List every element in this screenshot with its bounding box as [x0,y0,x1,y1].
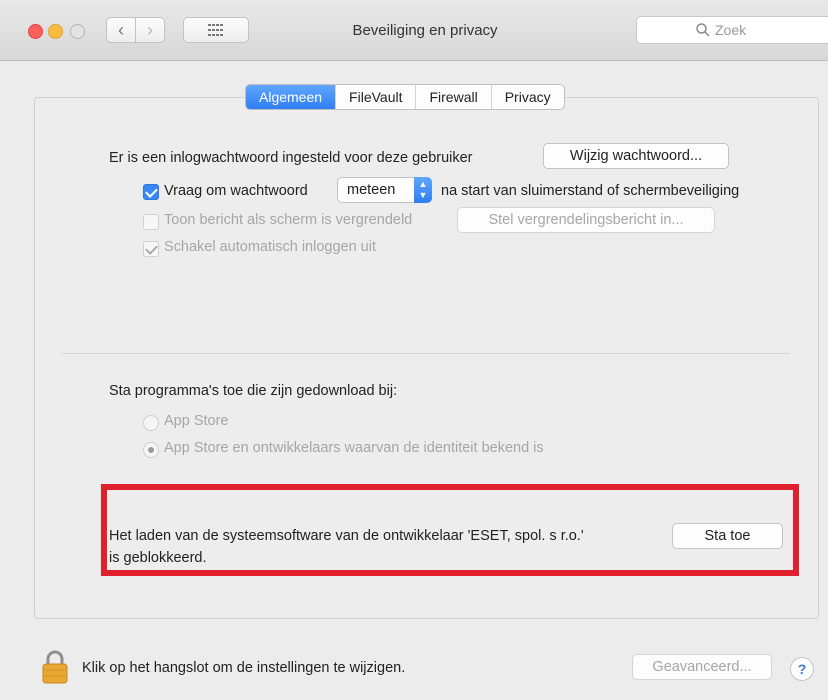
require-password-checkbox[interactable] [143,184,159,200]
forward-button[interactable]: › [135,17,165,43]
section-divider [62,353,789,354]
lock-instruction-text: Klik op het hangslot om de instellingen … [82,660,406,676]
tab-privacy[interactable]: Privacy [492,85,564,109]
radio-identified-developers[interactable] [143,442,159,458]
zoom-window-button[interactable] [70,24,85,39]
allow-button[interactable]: Sta toe [672,523,783,549]
search-icon [696,23,710,37]
disable-autologin-label: Schakel automatisch inloggen uit [164,239,376,255]
blocked-software-text-line2: is geblokkeerd. [109,550,207,566]
advanced-button[interactable]: Geavanceerd... [632,654,772,680]
password-delay-value: meteen [347,182,396,198]
popup-arrows-icon: ▲ ▼ [414,177,432,203]
password-delay-popup[interactable]: meteen ▲ ▼ [337,177,432,203]
tab-firewall[interactable]: Firewall [416,85,492,109]
help-button[interactable]: ? [790,657,814,681]
blocked-software-text-line1: Het laden van de systeemsoftware van de … [109,528,584,544]
set-lock-message-button[interactable]: Stel vergrendelingsbericht in... [457,207,715,233]
downloads-heading: Sta programma's toe die zijn gedownload … [109,383,398,399]
preferences-content: Er is een inlogwachtwoord ingesteld voor… [10,61,828,700]
disable-autologin-checkbox[interactable] [143,241,159,257]
radio-app-store-label: App Store [164,413,229,429]
change-password-button[interactable]: Wijzig wachtwoord... [543,143,729,169]
tab-filevault[interactable]: FileVault [336,85,417,109]
show-all-button[interactable] [183,17,249,43]
show-lock-message-checkbox[interactable] [143,214,159,230]
radio-identified-developers-label: App Store en ontwikkelaars waarvan de id… [164,440,544,456]
padlock-icon[interactable] [40,649,70,685]
radio-app-store[interactable] [143,415,159,431]
back-button[interactable]: ‹ [106,17,136,43]
show-lock-message-label: Toon bericht als scherm is vergrendeld [164,212,413,228]
password-status-text: Er is een inlogwachtwoord ingesteld voor… [109,150,473,166]
search-placeholder: Zoek [715,22,747,38]
password-delay-suffix: na start van sluimerstand of schermbevei… [441,183,740,199]
search-field[interactable]: Zoek [636,16,828,44]
require-password-label: Vraag om wachtwoord [164,183,308,199]
help-icon: ? [797,661,807,677]
chevron-left-icon: ‹ [118,19,124,40]
close-window-button[interactable] [28,24,43,39]
tab-bar: Algemeen FileVault Firewall Privacy [245,84,565,110]
minimize-window-button[interactable] [48,24,63,39]
window-title: Beveiliging en privacy [352,22,498,39]
grid-icon [208,24,223,36]
title-bar: ‹ › Beveiliging en privacy Zoek [0,0,828,61]
tab-general[interactable]: Algemeen [246,85,337,109]
chevron-right-icon: › [147,19,153,40]
